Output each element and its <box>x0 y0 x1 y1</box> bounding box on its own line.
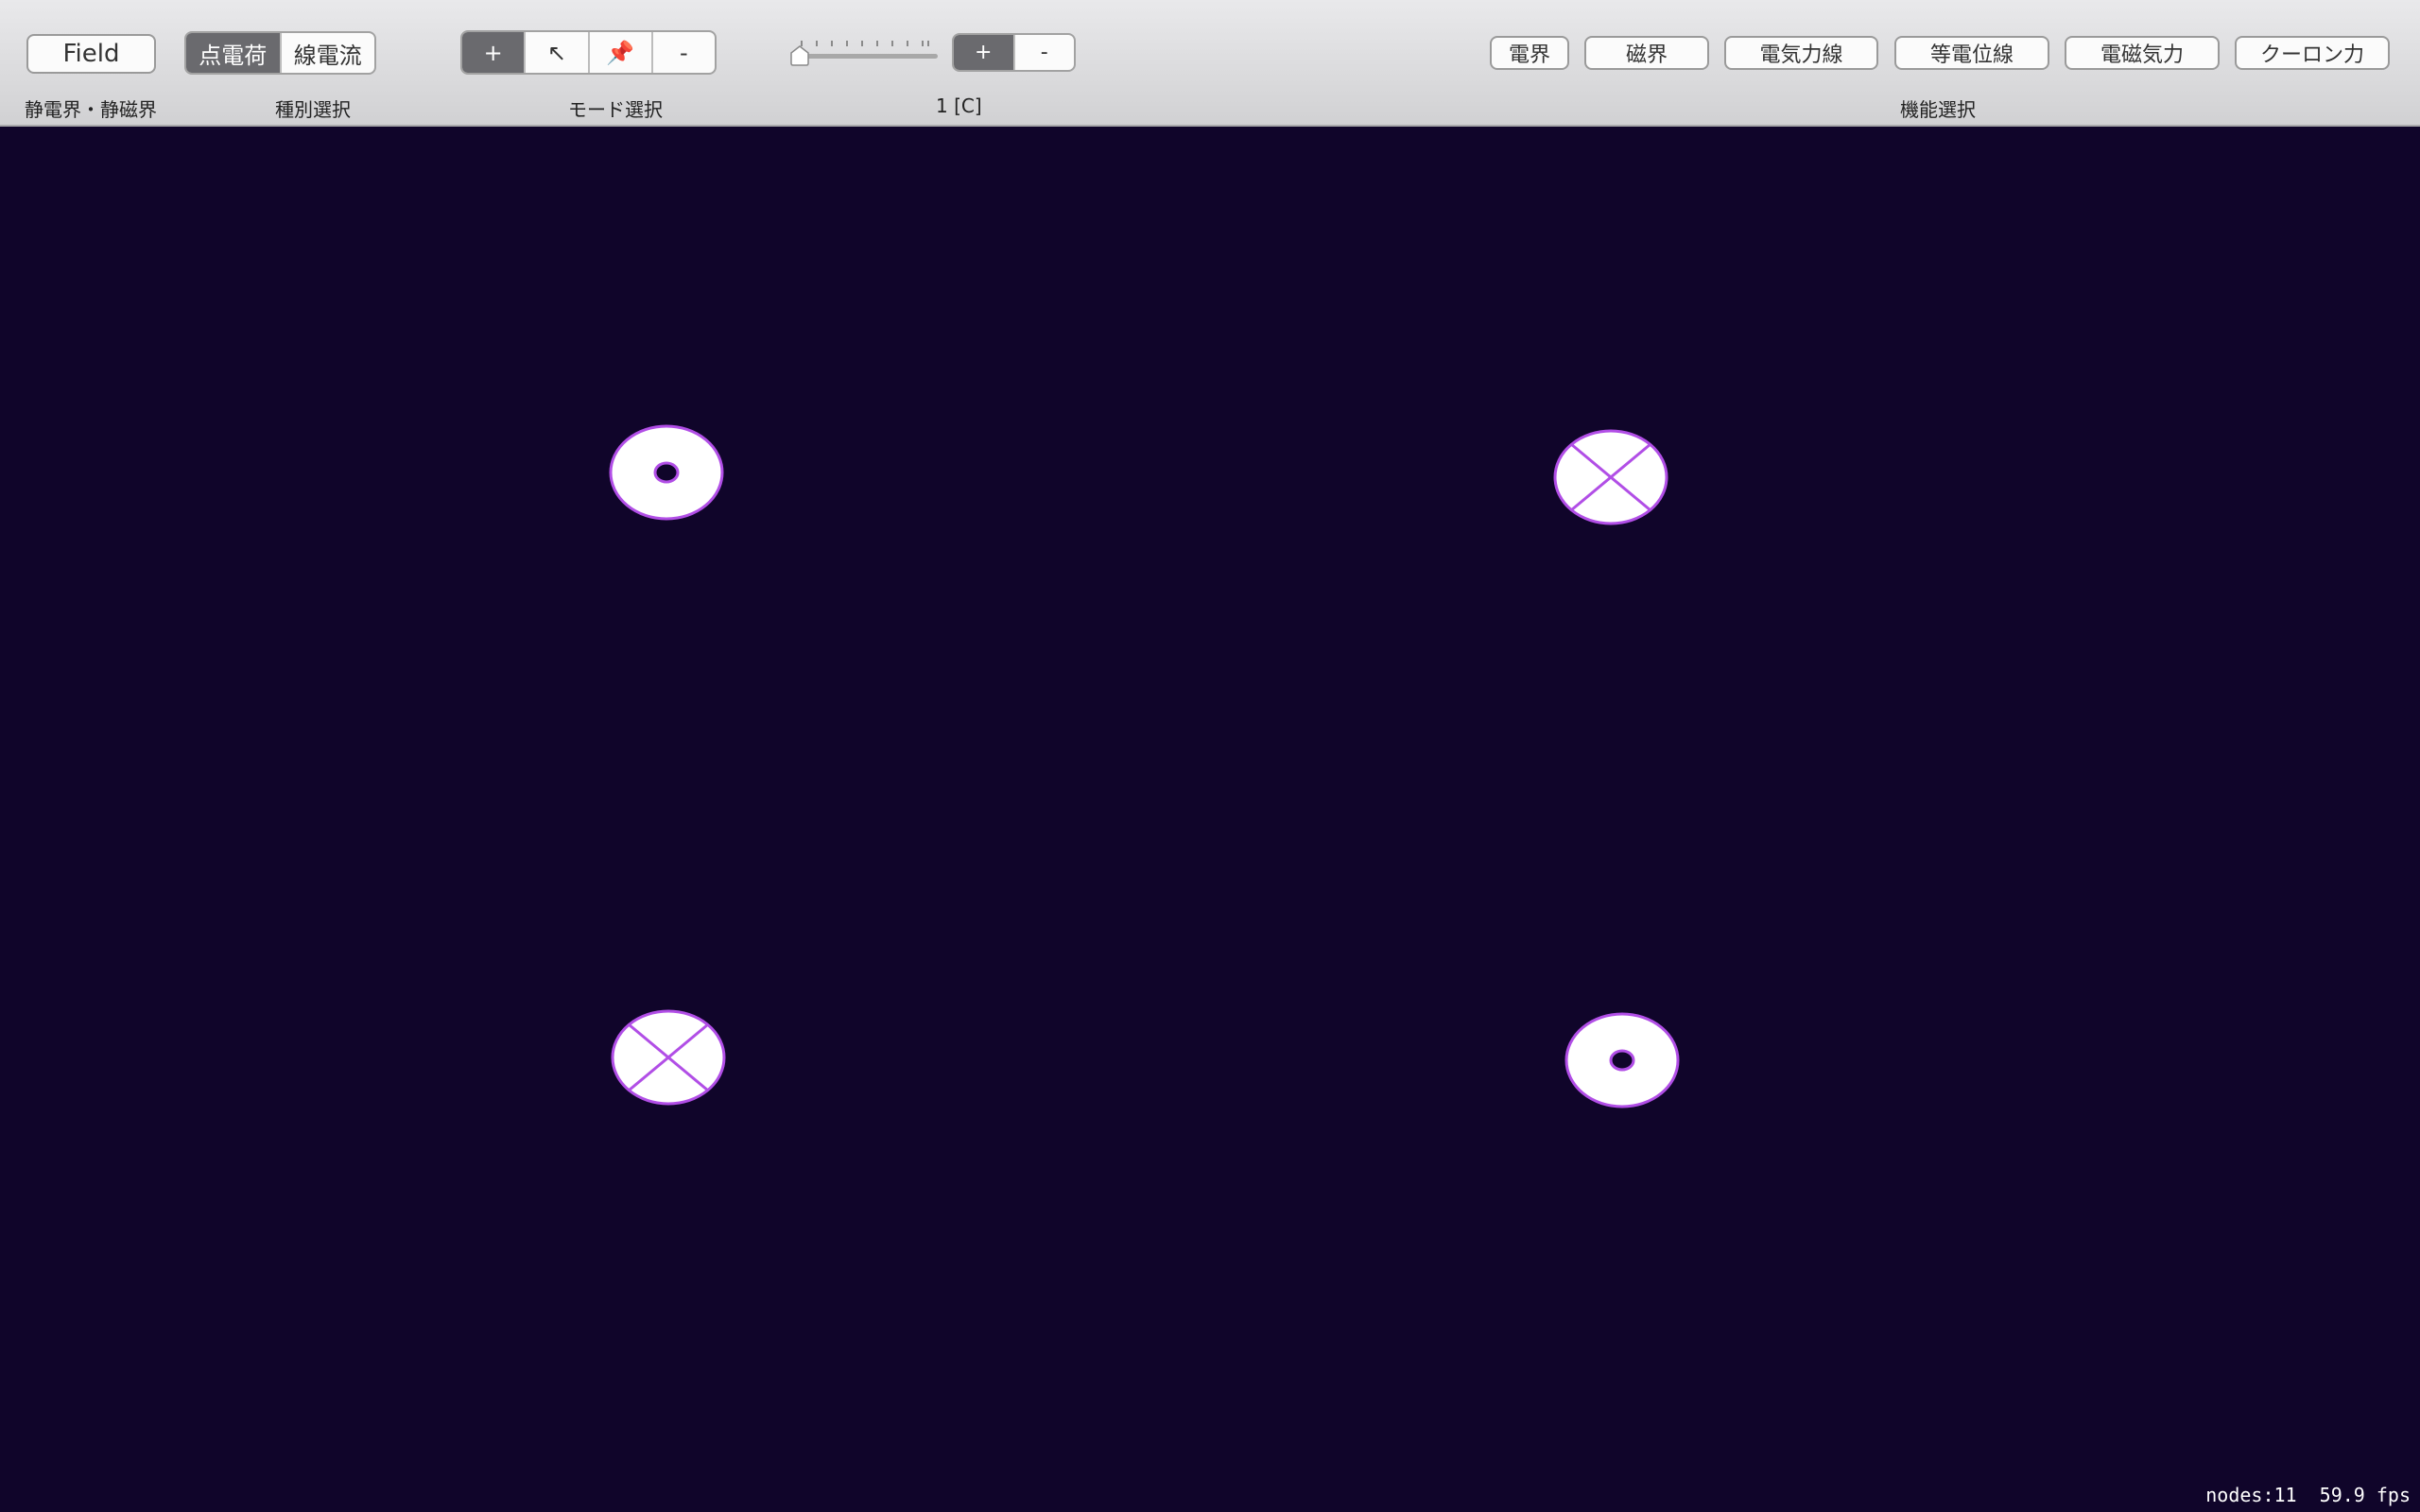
sign-selector[interactable]: + - <box>952 33 1076 72</box>
status-readout: nodes:11 59.9 fps <box>2205 1484 2411 1506</box>
field-button[interactable]: Field <box>26 34 156 74</box>
type-selector[interactable]: 点電荷 線電流 <box>184 31 376 75</box>
sign-minus-button[interactable]: - <box>1015 35 1075 70</box>
electromagnetic-force-button[interactable]: 電磁気力 <box>2065 36 2220 70</box>
coulomb-force-button[interactable]: クーロン力 <box>2235 36 2390 70</box>
slider-track[interactable] <box>794 54 938 59</box>
mode-add-button[interactable]: + <box>462 32 527 73</box>
field-lines-button[interactable]: 電気力線 <box>1724 36 1878 70</box>
slider-tick <box>861 41 863 46</box>
function-label: 機能選択 <box>1900 98 1976 121</box>
field-canvas[interactable]: nodes:11 59.9 fps <box>0 128 2420 1512</box>
mode-label: モード選択 <box>568 98 663 121</box>
mode-move-button[interactable]: ↖ <box>526 32 590 73</box>
arrow-up-left-icon: ↖ <box>546 39 566 66</box>
mode-selector[interactable]: + ↖ 📌 - <box>460 30 717 75</box>
mode-remove-button[interactable]: - <box>653 32 715 73</box>
field-label: 静電界・静磁界 <box>25 98 157 121</box>
fps-counter: 59.9 fps <box>2319 1484 2411 1506</box>
type-point-charge[interactable]: 点電荷 <box>186 33 282 73</box>
slider-tick <box>891 41 893 46</box>
slider-thumb[interactable] <box>788 44 811 67</box>
slider-tick <box>922 41 924 46</box>
sign-plus-button[interactable]: + <box>954 35 1015 70</box>
charge-into-page[interactable] <box>1553 429 1668 525</box>
toolbar: Field 点電荷 線電流 + ↖ 📌 - + - 電界 磁界 電気力線 等電位… <box>0 0 2420 127</box>
equipotential-button[interactable]: 等電位線 <box>1894 36 2049 70</box>
dot-icon <box>1609 1049 1635 1072</box>
charge-out-of-page[interactable] <box>609 424 724 521</box>
slider-tick <box>846 41 848 46</box>
mode-pin-button[interactable]: 📌 <box>590 32 653 73</box>
slider-tick <box>927 41 929 46</box>
type-label: 種別選択 <box>275 98 351 121</box>
pushpin-icon: 📌 <box>606 39 635 66</box>
slider-tick <box>816 41 818 46</box>
magnetic-field-button[interactable]: 磁界 <box>1584 36 1709 70</box>
slider-tick <box>876 41 878 46</box>
slider-tick <box>907 41 908 46</box>
electric-field-button[interactable]: 電界 <box>1490 36 1569 70</box>
dot-icon <box>653 461 680 484</box>
charge-out-of-page[interactable] <box>1564 1012 1680 1108</box>
charge-value-label: 1 [C] <box>936 94 982 117</box>
node-count: nodes:11 <box>2205 1484 2297 1506</box>
charge-into-page[interactable] <box>611 1009 726 1106</box>
slider-tick <box>831 41 833 46</box>
type-line-current[interactable]: 線電流 <box>282 33 375 73</box>
